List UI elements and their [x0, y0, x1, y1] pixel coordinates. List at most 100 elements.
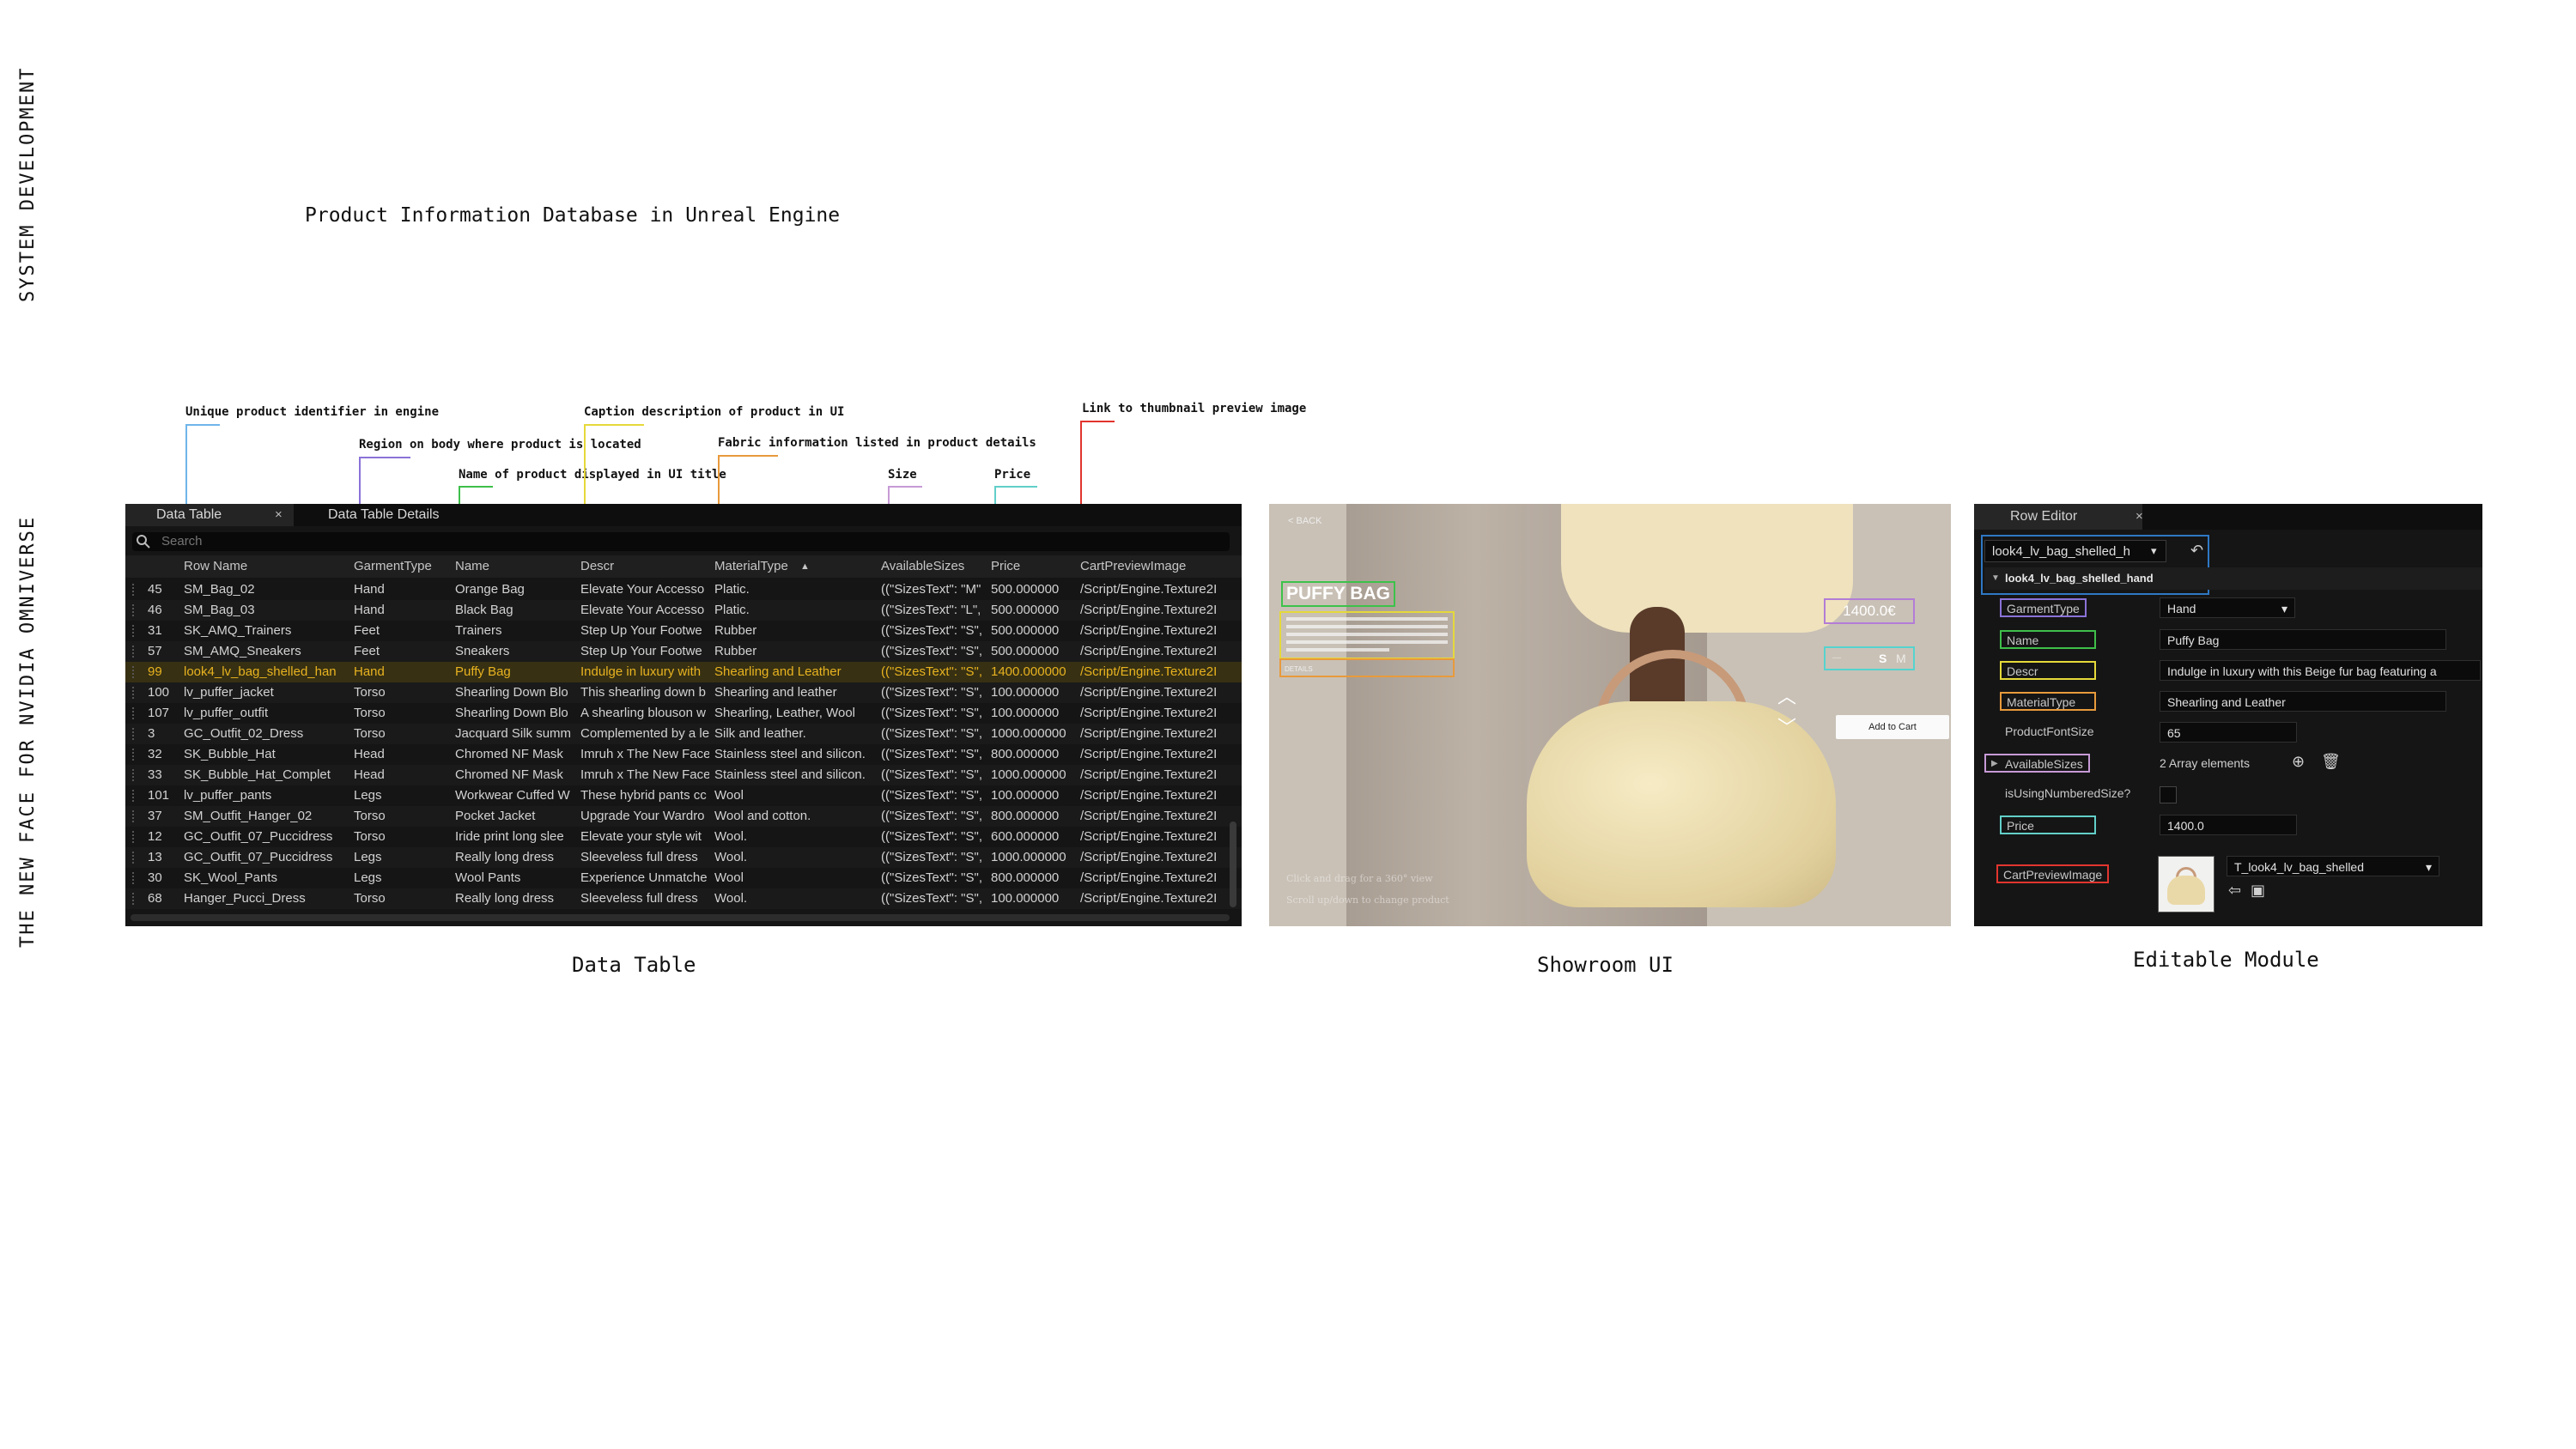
- tab-row-editor[interactable]: Row Editor: [1974, 504, 2142, 530]
- cell-material-type[interactable]: Rubber: [714, 641, 878, 662]
- back-button[interactable]: < BACK: [1288, 516, 1321, 526]
- cell-material-type[interactable]: Stainless steel and silicon.: [714, 765, 878, 785]
- cell-material-type[interactable]: Stainless steel and silicon.: [714, 744, 878, 765]
- cell-price[interactable]: 800.000000: [991, 868, 1077, 888]
- cell-garment-type[interactable]: Head: [354, 765, 448, 785]
- cell-price[interactable]: 1000.000000: [991, 847, 1077, 868]
- cell-row-index[interactable]: 99: [148, 662, 182, 682]
- cell-available-sizes[interactable]: (("SizesText": "S",: [881, 724, 984, 744]
- cell-material-type[interactable]: Wool and cotton.: [714, 806, 878, 827]
- size-next[interactable]: M: [1896, 648, 1906, 669]
- cell-garment-type[interactable]: Feet: [354, 641, 448, 662]
- cell-material-type[interactable]: Platic.: [714, 600, 878, 621]
- cell-garment-type[interactable]: Hand: [354, 579, 448, 600]
- cell-available-sizes[interactable]: (("SizesText": "S",: [881, 662, 984, 682]
- expand-triangle-icon[interactable]: ▶: [1991, 755, 1998, 773]
- table-row[interactable]: 32 SK_Bubble_Hat Head Chromed NF Mask Imruh …: [125, 744, 1242, 765]
- size-selector[interactable]: — S M: [1824, 646, 1915, 670]
- table-row[interactable]: 45 SM_Bag_02 Hand Orange Bag Elevate Your Ac…: [125, 579, 1242, 600]
- row-section-header[interactable]: ▼ look4_lv_bag_shelled_hand: [1984, 567, 2482, 590]
- drag-handle-icon[interactable]: [132, 728, 137, 740]
- cell-price[interactable]: 100.000000: [991, 785, 1077, 806]
- cell-garment-type[interactable]: Torso: [354, 703, 448, 724]
- cell-available-sizes[interactable]: (("SizesText": "S",: [881, 868, 984, 888]
- cell-name[interactable]: Wool Pants: [455, 868, 574, 888]
- cell-available-sizes[interactable]: (("SizesText": "S",: [881, 744, 984, 765]
- cell-garment-type[interactable]: Torso: [354, 888, 448, 909]
- cell-garment-type[interactable]: Hand: [354, 662, 448, 682]
- cell-name[interactable]: Trainers: [455, 621, 574, 641]
- cell-price[interactable]: 100.000000: [991, 888, 1077, 909]
- trash-icon[interactable]: 🗑: [2321, 753, 2341, 771]
- cell-cart-preview-image[interactable]: /Script/Engine.Texture2I: [1080, 785, 1226, 806]
- browse-arrow-icon[interactable]: ⇦: [2228, 882, 2241, 900]
- cell-garment-type[interactable]: Hand: [354, 600, 448, 621]
- cell-garment-type[interactable]: Torso: [354, 724, 448, 744]
- cell-row-index[interactable]: 68: [148, 888, 182, 909]
- cell-material-type[interactable]: Rubber: [714, 621, 878, 641]
- tab-data-table-details[interactable]: Data Table Details: [297, 504, 469, 526]
- search-bar[interactable]: [132, 532, 1230, 551]
- cell-cart-preview-image[interactable]: /Script/Engine.Texture2I: [1080, 724, 1226, 744]
- size-selected[interactable]: S: [1879, 648, 1886, 669]
- cell-row-index[interactable]: 101: [148, 785, 182, 806]
- cell-price[interactable]: 100.000000: [991, 703, 1077, 724]
- column-header-price[interactable]: Price: [991, 555, 1077, 578]
- cell-name[interactable]: Workwear Cuffed W: [455, 785, 574, 806]
- cell-row-index[interactable]: 3: [148, 724, 182, 744]
- cell-row-name[interactable]: SM_AMQ_Sneakers: [184, 641, 347, 662]
- cell-cart-preview-image[interactable]: /Script/Engine.Texture2I: [1080, 682, 1226, 703]
- cell-descr[interactable]: Elevate Your Accesso: [580, 579, 709, 600]
- cell-row-index[interactable]: 57: [148, 641, 182, 662]
- cell-garment-type[interactable]: Legs: [354, 847, 448, 868]
- table-row[interactable]: 46 SM_Bag_03 Hand Black Bag Elevate Your Acc…: [125, 600, 1242, 621]
- label-available-sizes[interactable]: ▶ AvailableSizes: [1984, 754, 2090, 773]
- drag-handle-icon[interactable]: [132, 893, 137, 905]
- cell-row-name[interactable]: GC_Outfit_02_Dress: [184, 724, 347, 744]
- close-tab-icon[interactable]: ×: [275, 504, 283, 526]
- descr-field[interactable]: Indulge in luxury with this Beige fur ba…: [2160, 660, 2481, 681]
- cell-garment-type[interactable]: Torso: [354, 682, 448, 703]
- cell-row-name[interactable]: SK_AMQ_Trainers: [184, 621, 347, 641]
- cell-descr[interactable]: Step Up Your Footwe: [580, 641, 709, 662]
- cell-row-name[interactable]: GC_Outfit_07_Puccidress: [184, 847, 347, 868]
- cell-garment-type[interactable]: Torso: [354, 806, 448, 827]
- table-row[interactable]: 37 SM_Outfit_Hanger_02 Torso Pocket Jacket U…: [125, 806, 1242, 827]
- table-row[interactable]: 31 SK_AMQ_Trainers Feet Trainers Step Up You…: [125, 621, 1242, 641]
- cell-name[interactable]: Shearling Down Blo: [455, 682, 574, 703]
- cell-row-name[interactable]: SM_Bag_02: [184, 579, 347, 600]
- cell-cart-preview-image[interactable]: /Script/Engine.Texture2I: [1080, 621, 1226, 641]
- cell-row-name[interactable]: lv_puffer_outfit: [184, 703, 347, 724]
- cell-row-name[interactable]: Hanger_Pucci_Dress: [184, 888, 347, 909]
- cell-material-type[interactable]: Wool: [714, 785, 878, 806]
- cell-name[interactable]: Chromed NF Mask: [455, 744, 574, 765]
- cell-row-index[interactable]: 33: [148, 765, 182, 785]
- cart-preview-image-dropdown[interactable]: T_look4_lv_bag_shelled ▾: [2227, 856, 2439, 876]
- cell-name[interactable]: Jacquard Silk summ: [455, 724, 574, 744]
- drag-handle-icon[interactable]: [132, 810, 137, 822]
- tab-data-table[interactable]: Data Table: [125, 504, 294, 526]
- cell-material-type[interactable]: Wool.: [714, 847, 878, 868]
- cell-cart-preview-image[interactable]: /Script/Engine.Texture2I: [1080, 868, 1226, 888]
- cell-row-index[interactable]: 100: [148, 682, 182, 703]
- drag-handle-icon[interactable]: [132, 625, 137, 637]
- cell-price[interactable]: 1000.000000: [991, 765, 1077, 785]
- size-previous[interactable]: —: [1832, 648, 1841, 669]
- cell-row-name[interactable]: SM_Bag_03: [184, 600, 347, 621]
- drag-handle-icon[interactable]: [132, 584, 137, 596]
- cell-row-index[interactable]: 31: [148, 621, 182, 641]
- cell-material-type[interactable]: Silk and leather.: [714, 724, 878, 744]
- cell-descr[interactable]: Experience Unmatche: [580, 868, 709, 888]
- product-details-box[interactable]: DETAILS: [1279, 658, 1455, 677]
- cell-garment-type[interactable]: Feet: [354, 621, 448, 641]
- cell-row-name[interactable]: GC_Outfit_07_Puccidress: [184, 827, 347, 847]
- cell-available-sizes[interactable]: (("SizesText": "S",: [881, 703, 984, 724]
- horizontal-scrollbar[interactable]: [131, 914, 1230, 921]
- cell-available-sizes[interactable]: (("SizesText": "S",: [881, 621, 984, 641]
- cell-descr[interactable]: Step Up Your Footwe: [580, 621, 709, 641]
- cell-cart-preview-image[interactable]: /Script/Engine.Texture2I: [1080, 579, 1226, 600]
- cell-row-name[interactable]: SM_Outfit_Hanger_02: [184, 806, 347, 827]
- table-row[interactable]: 100 lv_puffer_jacket Torso Shearling Down B…: [125, 682, 1242, 703]
- cell-price[interactable]: 500.000000: [991, 621, 1077, 641]
- drag-handle-icon[interactable]: [132, 872, 137, 884]
